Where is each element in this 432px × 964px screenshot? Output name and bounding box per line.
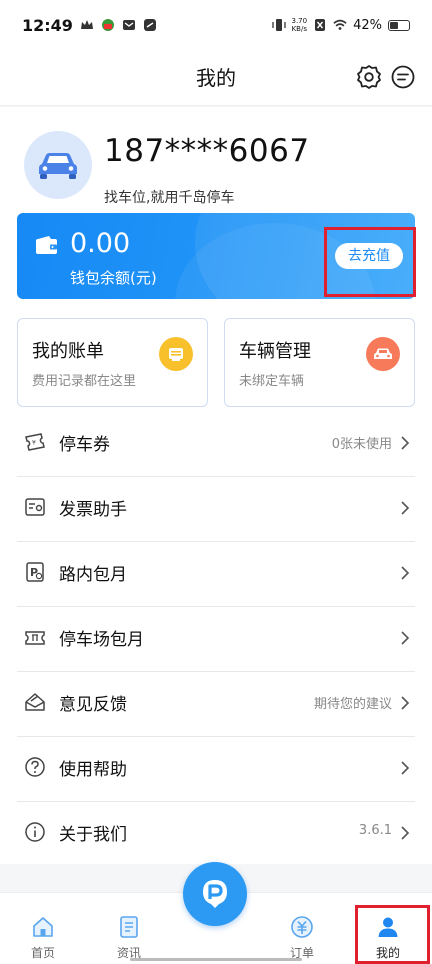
wallet-balance-label: 钱包余额(元) [70,269,157,287]
center-parking-button[interactable] [183,862,247,926]
bill-card-title: 我的账单 [32,341,104,362]
chevron-right-icon [401,696,410,710]
vehicle-card-subtitle: 未绑定车辆 [239,374,305,389]
chevron-right-icon [401,761,410,775]
parking-logo-icon [203,880,227,908]
car-avatar-icon [39,153,77,179]
user-phone: 187****6067 [104,133,310,169]
menu-list: ¥ 停车券 0张未使用 发票助手 P 路内包月 停车场包月 意见反馈 期待您的建… [0,412,432,864]
menu-item-label: 停车场包月 [59,630,144,650]
menu-item-value: 0张未使用 [331,437,392,452]
order-icon [291,916,313,938]
bill-icon [159,337,193,371]
wallet-balance: 0.00 [70,228,131,259]
car-icon [366,337,400,371]
menu-item-label: 意见反馈 [59,695,127,715]
bill-card-subtitle: 费用记录都在这里 [32,374,137,389]
battery-icon [388,19,410,31]
nav-orders[interactable]: 订单 [266,893,338,964]
nav-home[interactable]: 首页 [7,893,79,964]
menu-item-value: 期待您的建议 [313,697,392,712]
app-notification-icon [101,19,114,31]
home-indicator [130,958,302,961]
menu-item-about[interactable]: 关于我们 3.6.1 [0,802,432,867]
vehicle-card-title: 车辆管理 [239,341,311,362]
status-time: 12:49 [22,15,73,35]
mail-notification-icon [122,20,135,30]
chevron-right-icon [401,566,410,580]
highlight-box-mine [355,905,430,964]
menu-item-label: 停车券 [59,435,110,455]
menu-item-lot-monthly[interactable]: 停车场包月 [0,607,432,672]
sim-off-icon [315,19,326,31]
menu-item-label: 使用帮助 [59,760,127,780]
wallet-icon [36,236,57,254]
menu-item-coupon[interactable]: ¥ 停车券 0张未使用 [0,412,432,477]
net-speed-value: 3.70 [291,17,308,25]
avatar[interactable] [24,131,92,199]
status-bar: 12:49 3.70 KB/s 42% [0,0,432,50]
net-speed: 3.70 KB/s [292,17,308,33]
invoice-icon [25,498,45,516]
menu-item-street-monthly[interactable]: P 路内包月 [0,542,432,607]
bill-card[interactable]: 我的账单 费用记录都在这里 [17,318,208,407]
chevron-right-icon [401,631,410,645]
menu-item-help[interactable]: 使用帮助 [0,737,432,802]
coupon-icon: ¥ [25,433,45,451]
battery-percent: 42% [353,17,382,33]
message-icon[interactable] [390,64,416,90]
menu-item-feedback[interactable]: 意见反馈 期待您的建议 [0,672,432,737]
home-icon [33,917,53,937]
nav-label: 首页 [30,946,55,960]
profile-section[interactable]: 187****6067 找车位,就用千岛停车 [0,107,432,217]
feedback-icon [25,693,45,711]
help-icon [25,757,45,777]
nav-news[interactable]: 资讯 [93,893,165,964]
menu-item-invoice[interactable]: 发票助手 [0,477,432,542]
header: 我的 [0,50,432,106]
chevron-right-icon [401,826,410,840]
menu-item-value: 3.6.1 [358,823,392,838]
svg-text:¥: ¥ [32,440,36,447]
street-parking-icon: P [26,562,44,582]
quick-cards: 我的账单 费用记录都在这里 车辆管理 未绑定车辆 [0,312,432,412]
parking-lot-icon [25,631,45,645]
vibrate-icon [271,19,286,31]
gear-icon[interactable] [356,64,382,90]
crown-icon [80,20,93,29]
menu-item-label: 路内包月 [59,565,127,585]
link-notification-icon [143,19,156,31]
vehicle-card[interactable]: 车辆管理 未绑定车辆 [224,318,415,407]
chevron-right-icon [401,501,410,515]
news-icon [120,916,138,938]
net-speed-unit: KB/s [291,25,307,33]
menu-item-label: 关于我们 [59,825,127,845]
chevron-right-icon [401,436,410,450]
menu-item-label: 发票助手 [59,500,127,520]
user-slogan: 找车位,就用千岛停车 [104,190,235,206]
wifi-icon [333,19,347,30]
highlight-box-recharge [324,227,416,297]
info-icon [25,822,45,842]
